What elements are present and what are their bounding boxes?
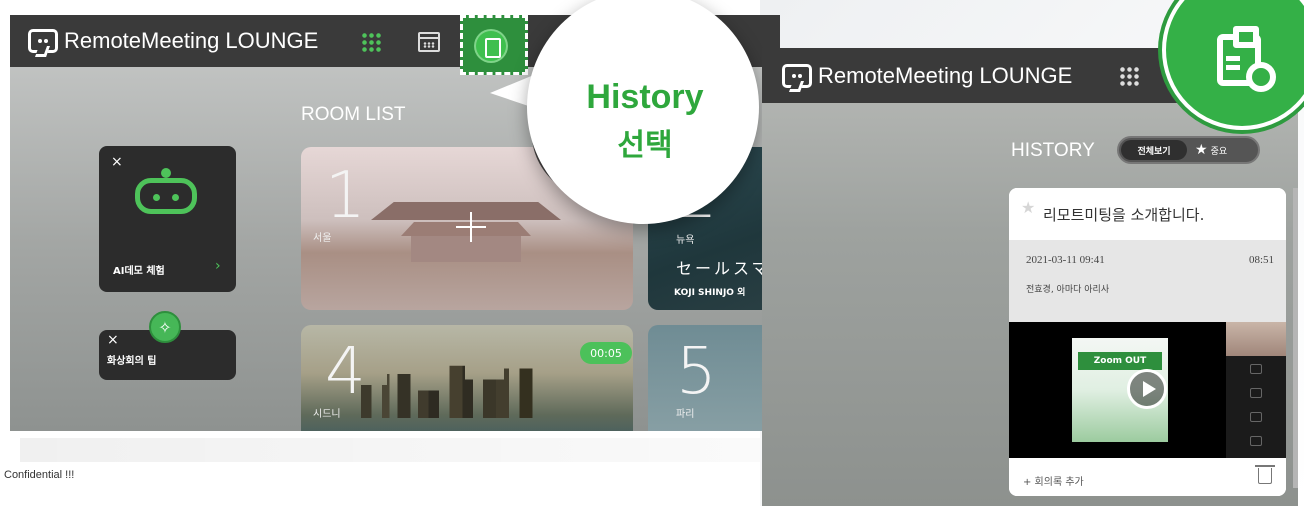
room-city: 서울: [313, 233, 332, 244]
app-logo: RemoteMeeting LOUNGE: [782, 63, 1072, 89]
tips-label: 화상회의 팁: [107, 356, 157, 367]
filter-favorite-label: 중요: [1210, 146, 1228, 157]
thumbnail-banner: Zoom OUT: [1078, 352, 1162, 370]
app-brand: RemoteMeeting LOUNGE: [64, 28, 319, 53]
record-duration: 08:51: [1248, 254, 1274, 266]
room-list-title: ROOM LIST: [301, 104, 406, 125]
room-grid-icon[interactable]: [1119, 66, 1139, 86]
participant-camera: [1226, 322, 1286, 356]
star-icon: ★: [1195, 142, 1208, 158]
ai-demo-card[interactable]: × AI데모 체험 ›: [99, 146, 236, 292]
room-card-4[interactable]: 4 시드니: [301, 325, 633, 431]
callout-title: History: [586, 78, 704, 116]
history-filter-toggle[interactable]: 전체보기 ★ 중요: [1117, 136, 1260, 164]
room-number: 4: [325, 335, 366, 409]
add-icon[interactable]: [456, 212, 486, 242]
chat-icon: [1250, 388, 1262, 398]
camera-off-icon: [1250, 364, 1262, 374]
history-title: HISTORY: [1011, 140, 1095, 161]
participant-strip: [1226, 322, 1286, 458]
clock-icon: [1246, 62, 1276, 92]
robot-icon: [135, 168, 197, 214]
record-title: 리모트미팅을 소개합니다.: [1043, 206, 1205, 224]
room-card-5[interactable]: 5 파리: [648, 325, 780, 431]
history-button-highlight[interactable]: [460, 15, 528, 75]
callout-subtitle: 선택: [617, 129, 673, 162]
record-header: ★ 리모트미팅을 소개합니다.: [1009, 188, 1286, 240]
meeting-host: KOJI SHINJO 외: [674, 288, 746, 298]
close-icon[interactable]: ×: [107, 332, 119, 348]
slide: Confidential !!! RemoteMeeting LOUNGE RO…: [0, 0, 1304, 506]
room-number: 1: [325, 159, 366, 233]
star-icon[interactable]: ★: [1021, 198, 1035, 217]
chat-logo-icon: [28, 29, 58, 53]
scrollbar[interactable]: [1293, 188, 1298, 488]
record-meta: 2021-03-11 09:41 08:51 전효경, 아마다 아리사: [1009, 240, 1286, 322]
record-participants: 전효경, 아마다 아리사: [1026, 285, 1110, 295]
chat-icon: [1250, 412, 1262, 422]
record-video[interactable]: Zoom OUT: [1009, 322, 1286, 458]
calendar-icon[interactable]: [418, 32, 440, 52]
app-logo: RemoteMeeting LOUNGE: [28, 28, 318, 54]
chat-logo-icon: [782, 64, 812, 88]
trash-icon[interactable]: [1255, 465, 1275, 484]
filter-favorite-button[interactable]: ★ 중요: [1195, 138, 1227, 162]
history-record-card[interactable]: ★ 리모트미팅을 소개합니다. 2021-03-11 09:41 08:51 전…: [1009, 188, 1286, 496]
add-minutes-link[interactable]: + 회의록 추가: [1023, 473, 1084, 488]
history-icon[interactable]: [474, 29, 508, 63]
chevron-right-icon: ›: [215, 258, 221, 274]
filter-all-button[interactable]: 전체보기: [1121, 140, 1187, 160]
skyline-image: [361, 365, 621, 418]
meeting-timer-badge: 00:05: [580, 342, 632, 364]
confidential-label: Confidential !!!: [4, 469, 75, 481]
record-footer: + 회의록 추가: [1009, 458, 1286, 496]
ai-demo-label: AI데모 체험: [113, 266, 165, 277]
background-stripe: [20, 438, 760, 462]
close-icon[interactable]: ×: [111, 154, 123, 170]
record-datetime: 2021-03-11 09:41: [1026, 254, 1105, 266]
room-city: 시드니: [313, 409, 341, 420]
chat-icon: [1250, 436, 1262, 446]
lightbulb-icon: ✧: [149, 311, 181, 343]
meeting-title: セールスマ: [676, 259, 771, 278]
room-grid-icon[interactable]: [361, 32, 381, 52]
room-city: 뉴욕: [676, 235, 695, 246]
app-brand: RemoteMeeting LOUNGE: [818, 63, 1073, 88]
room-city: 파리: [676, 409, 695, 420]
play-icon[interactable]: [1127, 369, 1167, 409]
room-number: 5: [676, 335, 717, 409]
